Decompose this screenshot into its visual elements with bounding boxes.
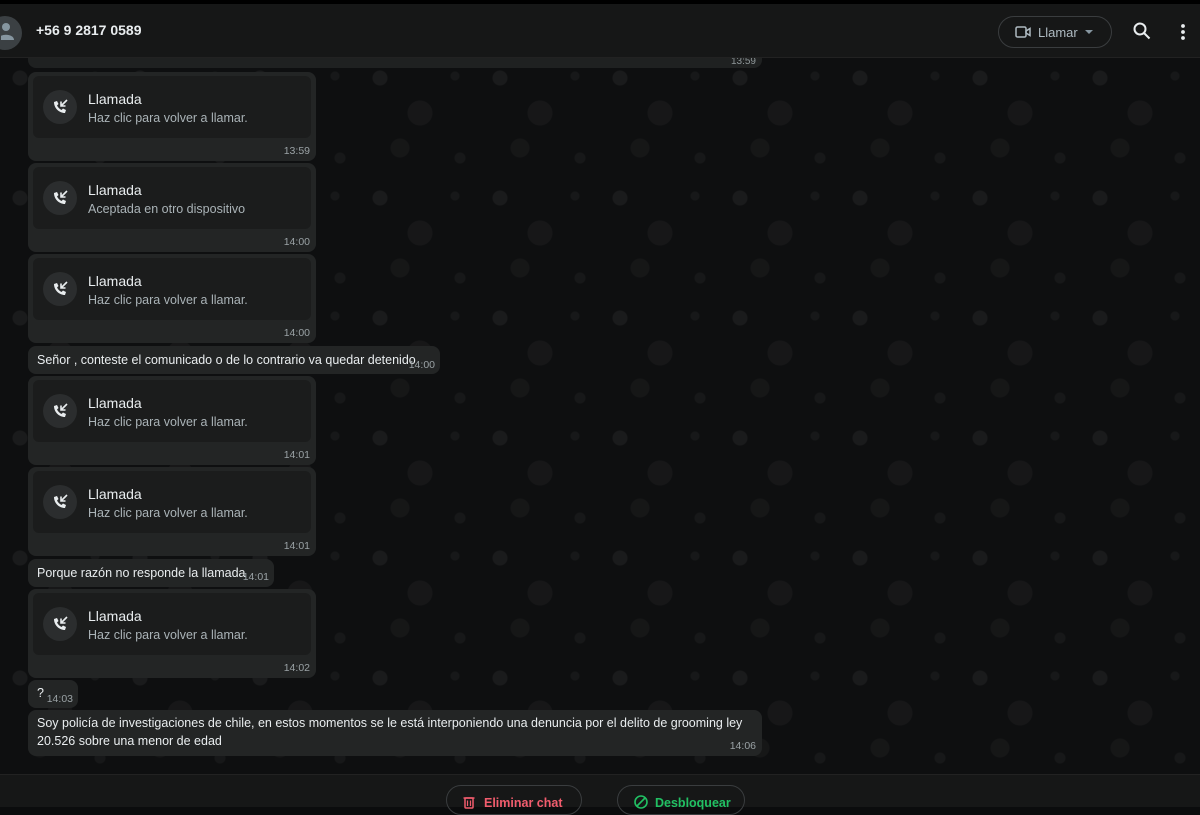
- call-message[interactable]: Llamada Haz clic para volver a llamar. 1…: [28, 254, 316, 343]
- blocked-footer: Eliminar chat Desbloquear: [0, 774, 1200, 815]
- call-card[interactable]: Llamada Haz clic para volver a llamar.: [33, 593, 311, 655]
- unblock-label: Desbloquear: [655, 796, 731, 810]
- chevron-down-icon: [1085, 30, 1093, 34]
- message-time: 14:00: [408, 359, 435, 371]
- call-title: Llamada: [88, 91, 142, 107]
- message-time: 14:00: [283, 327, 310, 339]
- message-time: 14:01: [242, 571, 269, 583]
- call-message[interactable]: Llamada Haz clic para volver a llamar. 1…: [28, 72, 316, 161]
- message-time: 14:01: [283, 540, 310, 552]
- message-text-line2: 20.526 sobre una menor de edad: [37, 734, 222, 748]
- person-icon: [1, 23, 14, 40]
- search-icon[interactable]: [1133, 22, 1151, 40]
- call-message[interactable]: Llamada Haz clic para volver a llamar. 1…: [28, 589, 316, 678]
- call-message[interactable]: Llamada Aceptada en otro dispositivo 14:…: [28, 163, 316, 252]
- call-card[interactable]: Llamada Haz clic para volver a llamar.: [33, 76, 311, 138]
- call-subtitle: Haz clic para volver a llamar.: [88, 506, 248, 520]
- message-text: Porque razón no responde la llamada: [37, 566, 246, 580]
- avatar[interactable]: [0, 16, 22, 50]
- call-card[interactable]: Llamada Haz clic para volver a llamar.: [33, 258, 311, 320]
- text-message[interactable]: Soy policía de investigaciones de chile,…: [28, 710, 762, 756]
- message-time: 13:59: [283, 145, 310, 157]
- call-message[interactable]: Llamada Haz clic para volver a llamar. 1…: [28, 467, 316, 556]
- message-time: 13:59: [730, 58, 756, 67]
- delete-chat-button[interactable]: Eliminar chat: [446, 785, 582, 815]
- more-options-icon[interactable]: [1180, 23, 1186, 41]
- call-card[interactable]: Llamada Aceptada en otro dispositivo: [33, 167, 311, 229]
- message-time: 14:02: [283, 662, 310, 674]
- message-text: Señor , conteste el comunicado o de lo c…: [37, 353, 416, 367]
- text-message[interactable]: Porque razón no responde la llamada 14:0…: [28, 559, 274, 587]
- missed-call-icon: [43, 181, 77, 215]
- missed-call-icon: [43, 394, 77, 428]
- contact-name[interactable]: +56 9 2817 0589: [36, 22, 142, 38]
- message-time: 14:06: [729, 740, 756, 752]
- call-title: Llamada: [88, 486, 142, 502]
- unblock-button[interactable]: Desbloquear: [617, 785, 745, 815]
- call-card[interactable]: Llamada Haz clic para volver a llamar.: [33, 471, 311, 533]
- message-time: 14:01: [283, 449, 310, 461]
- message-text: ?: [37, 686, 44, 700]
- call-subtitle: Haz clic para volver a llamar.: [88, 628, 248, 642]
- call-button[interactable]: Llamar: [998, 16, 1112, 48]
- text-message[interactable]: ? 14:03: [28, 680, 78, 708]
- call-title: Llamada: [88, 273, 142, 289]
- message-list[interactable]: 13:59 Llamada Haz clic para volver a lla…: [0, 58, 1200, 774]
- missed-call-icon: [43, 272, 77, 306]
- call-subtitle: Haz clic para volver a llamar.: [88, 111, 248, 125]
- chat-header: +56 9 2817 0589 Llamar: [0, 4, 1200, 58]
- message-time: 14:00: [283, 236, 310, 248]
- missed-call-icon: [43, 607, 77, 641]
- video-camera-icon: [1015, 26, 1031, 38]
- call-title: Llamada: [88, 395, 142, 411]
- missed-call-icon: [43, 90, 77, 124]
- call-title: Llamada: [88, 182, 142, 198]
- missed-call-icon: [43, 485, 77, 519]
- message-bubble: 13:59: [28, 58, 762, 68]
- message-text-line1: Soy policía de investigaciones de chile,…: [37, 716, 743, 730]
- call-subtitle: Haz clic para volver a llamar.: [88, 415, 248, 429]
- call-message[interactable]: Llamada Haz clic para volver a llamar. 1…: [28, 376, 316, 465]
- call-subtitle: Haz clic para volver a llamar.: [88, 293, 248, 307]
- text-message[interactable]: Señor , conteste el comunicado o de lo c…: [28, 346, 440, 374]
- call-button-label: Llamar: [1038, 25, 1078, 40]
- delete-chat-label: Eliminar chat: [484, 796, 563, 810]
- call-card[interactable]: Llamada Haz clic para volver a llamar.: [33, 380, 311, 442]
- call-title: Llamada: [88, 608, 142, 624]
- message-time: 14:03: [46, 693, 73, 705]
- call-subtitle: Aceptada en otro dispositivo: [88, 202, 246, 216]
